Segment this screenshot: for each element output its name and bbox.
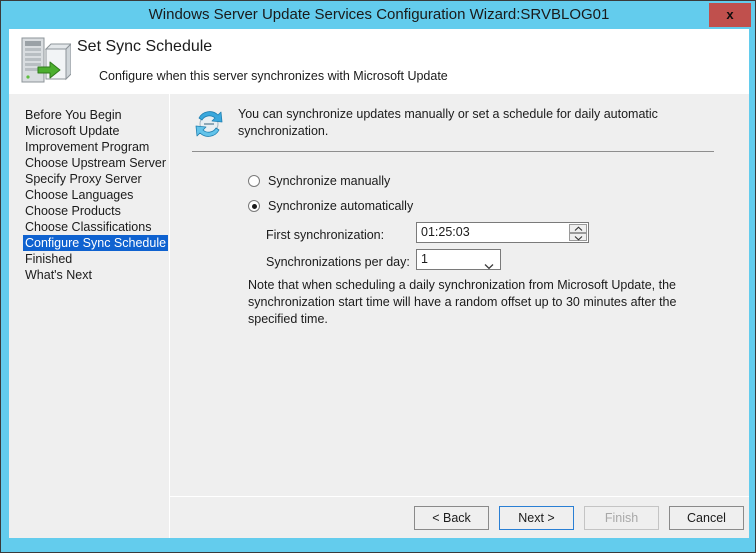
sidebar-item-microsoft-update-improvement-program[interactable]: Microsoft Update Improvement Program: [23, 123, 169, 155]
finish-button: Finish: [584, 506, 659, 530]
next-button[interactable]: Next >: [499, 506, 574, 530]
spinner-up-icon[interactable]: [569, 224, 587, 233]
intro-text: You can synchronize updates manually or …: [238, 106, 716, 140]
server-export-icon: [17, 33, 71, 89]
wizard-sidebar: Before You Begin Microsoft Update Improv…: [9, 94, 169, 538]
first-synchronization-value: 01:25:03: [421, 225, 470, 240]
wizard-body: Before You Begin Microsoft Update Improv…: [9, 94, 749, 538]
back-button[interactable]: < Back: [414, 506, 489, 530]
window-title: Windows Server Update Services Configura…: [1, 1, 756, 29]
sidebar-item-specify-proxy-server[interactable]: Specify Proxy Server: [23, 171, 144, 187]
synchronizations-per-day-label: Synchronizations per day:: [266, 255, 410, 269]
sidebar-item-choose-languages[interactable]: Choose Languages: [23, 187, 135, 203]
synchronizations-per-day-value: 1: [421, 252, 428, 267]
chevron-down-icon[interactable]: [484, 257, 494, 275]
sidebar-item-whats-next[interactable]: What's Next: [23, 267, 94, 283]
schedule-note-text: Note that when scheduling a daily synchr…: [248, 277, 714, 328]
radio-manual-label: Synchronize manually: [268, 174, 390, 188]
radio-automatic-label: Synchronize automatically: [268, 199, 413, 213]
first-synchronization-time-input[interactable]: 01:25:03: [416, 222, 589, 243]
title-bar: Windows Server Update Services Configura…: [1, 1, 756, 29]
sidebar-item-configure-sync-schedule[interactable]: Configure Sync Schedule: [23, 235, 168, 251]
wsus-configuration-wizard-window: Windows Server Update Services Configura…: [0, 0, 756, 553]
spinner-down-icon[interactable]: [569, 233, 587, 242]
synchronizations-per-day-select[interactable]: 1: [416, 249, 501, 270]
radio-manual-mark[interactable]: [248, 175, 260, 187]
cancel-button[interactable]: Cancel: [669, 506, 744, 530]
radio-synchronize-automatically[interactable]: Synchronize automatically: [248, 199, 413, 213]
sidebar-item-choose-classifications[interactable]: Choose Classifications: [23, 219, 153, 235]
radio-automatic-mark[interactable]: [248, 200, 260, 212]
sync-refresh-icon: [191, 106, 227, 142]
sidebar-item-choose-products[interactable]: Choose Products: [23, 203, 123, 219]
close-icon[interactable]: x: [709, 3, 751, 27]
content-separator: [192, 151, 714, 152]
wizard-step-list: Before You Begin Microsoft Update Improv…: [23, 107, 169, 283]
wizard-content: You can synchronize updates manually or …: [170, 94, 749, 538]
first-synchronization-label: First synchronization:: [266, 228, 384, 242]
wizard-header: Set Sync Schedule Configure when this se…: [9, 29, 749, 94]
wizard-footer: < Back Next > Finish Cancel: [170, 497, 749, 538]
sidebar-item-before-you-begin[interactable]: Before You Begin: [23, 107, 124, 123]
sidebar-item-finished[interactable]: Finished: [23, 251, 74, 267]
radio-synchronize-manually[interactable]: Synchronize manually: [248, 174, 390, 188]
sidebar-item-choose-upstream-server[interactable]: Choose Upstream Server: [23, 155, 168, 171]
spinner-buttons: [569, 224, 587, 241]
page-title: Set Sync Schedule: [77, 38, 212, 56]
page-subtitle: Configure when this server synchronizes …: [99, 69, 448, 83]
